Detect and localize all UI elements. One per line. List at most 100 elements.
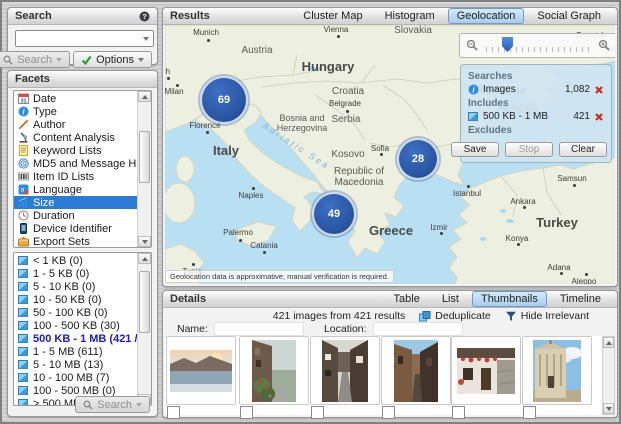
- facet-list-scrollbar[interactable]: [137, 91, 151, 247]
- map-search-overlay: Searches iImages1,082 Includes 500 KB - …: [460, 64, 612, 163]
- facet-item-type[interactable]: iType: [14, 105, 138, 118]
- tab-timeline[interactable]: Timeline: [551, 291, 610, 307]
- thumbnail-checkbox[interactable]: [167, 406, 180, 419]
- options-button[interactable]: Options: [73, 51, 152, 68]
- map-cluster-69[interactable]: 69: [200, 76, 248, 124]
- clear-button[interactable]: Clear: [559, 142, 607, 157]
- search-input[interactable]: [15, 30, 154, 47]
- folder-icon: [17, 359, 29, 370]
- device-icon: [17, 223, 29, 234]
- location-filter-input[interactable]: [373, 322, 463, 336]
- facet-item-duration[interactable]: Duration: [14, 209, 138, 222]
- folder-icon: [17, 294, 29, 305]
- map-city-dot: [263, 251, 266, 254]
- tab-social-graph[interactable]: Social Graph: [528, 8, 610, 24]
- remove-icon[interactable]: [594, 112, 604, 122]
- facet-item-content-analysis[interactable]: Content Analysis: [14, 131, 138, 144]
- zoom-in-icon[interactable]: [598, 39, 611, 52]
- info-icon: i: [468, 84, 479, 95]
- thumbnail-sea-sunset[interactable]: [166, 336, 236, 405]
- details-scrollbar[interactable]: [602, 336, 615, 415]
- thumbnail-alley[interactable]: [381, 336, 451, 405]
- search-button[interactable]: Search: [0, 51, 70, 68]
- funnel-icon: [505, 311, 517, 322]
- folder-icon: [17, 268, 29, 279]
- thumbnail-church[interactable]: [522, 336, 592, 405]
- hide-irrelevant-button[interactable]: Hide Irrelevant: [505, 310, 589, 322]
- tab-geolocation[interactable]: Geolocation: [448, 8, 525, 24]
- size-value-row[interactable]: 10 - 100 MB (7): [14, 371, 138, 384]
- facet-item-language[interactable]: aLanguage: [14, 183, 138, 196]
- tab-cluster-map[interactable]: Cluster Map: [294, 8, 371, 24]
- facet-item-author[interactable]: Author: [14, 118, 138, 131]
- thumbnail-checkbox[interactable]: [452, 406, 465, 419]
- details-tabs: TableListThumbnailsTimeline: [385, 291, 610, 307]
- help-icon[interactable]: ?: [139, 11, 150, 22]
- thumbnail-cobbled-street[interactable]: [310, 336, 380, 405]
- size-value-row[interactable]: 5 - 10 KB (0): [14, 280, 138, 293]
- geolocation-map[interactable]: HungaryRomaniaItalyGreeceTurkeyAustriaSl…: [165, 25, 615, 284]
- size-list-scrollbar[interactable]: [137, 253, 151, 405]
- thumbnail-flower-house[interactable]: [451, 336, 521, 405]
- facet-item-device-identifier[interactable]: Device Identifier: [14, 222, 138, 235]
- size-value-row[interactable]: 100 - 500 KB (30): [14, 319, 138, 332]
- map-cluster-49[interactable]: 49: [312, 192, 356, 236]
- folder-icon: [17, 320, 29, 331]
- map-city-dot: [585, 273, 588, 276]
- zoom-ticks: [486, 47, 591, 52]
- folder-icon: [468, 111, 479, 122]
- overlay-count: 421: [573, 111, 590, 122]
- size-value-row[interactable]: < 1 KB (0): [14, 254, 138, 267]
- size-value-row[interactable]: 5 - 10 MB (13): [14, 358, 138, 371]
- map-city-dot: [523, 206, 526, 209]
- facet-item-item-id-lists[interactable]: Item ID Lists: [14, 170, 138, 183]
- deduplicate-button[interactable]: Deduplicate: [419, 310, 490, 322]
- results-summary: 421 images from 421 results: [273, 310, 405, 322]
- search-icon: [3, 55, 13, 65]
- svg-text:?: ?: [142, 12, 147, 21]
- save-button[interactable]: Save: [451, 142, 499, 157]
- tab-histogram[interactable]: Histogram: [376, 8, 444, 24]
- calendar-icon: 31: [17, 93, 29, 104]
- thumbnail-checkbox[interactable]: [382, 406, 395, 419]
- facet-item-size[interactable]: Size: [14, 196, 138, 209]
- size-value-row[interactable]: 10 - 50 KB (0): [14, 293, 138, 306]
- results-panel-title: Results: [170, 10, 210, 22]
- language-icon: a: [17, 184, 29, 195]
- searches-label: Searches: [468, 71, 604, 82]
- facet-search-button[interactable]: Search: [75, 396, 150, 413]
- results-panel: Results Cluster MapHistogramGeolocationS…: [162, 7, 618, 287]
- tab-list[interactable]: List: [433, 291, 468, 307]
- svg-text:31: 31: [20, 98, 26, 104]
- map-zoom-bar[interactable]: [459, 33, 615, 58]
- overlay-count: 1,082: [565, 84, 590, 95]
- stop-button[interactable]: Stop: [505, 142, 553, 157]
- thumbnail-checkbox[interactable]: [240, 406, 253, 419]
- facet-item-md5-and-message-hash[interactable]: MD5 and Message Hash: [14, 157, 138, 170]
- map-city-dot: [192, 263, 195, 266]
- map-city-dot: [517, 243, 520, 246]
- thumbnail-checkbox[interactable]: [523, 406, 536, 419]
- size-value-row[interactable]: 1 - 5 MB (611): [14, 345, 138, 358]
- size-value-row[interactable]: 1 - 5 KB (0): [14, 267, 138, 280]
- chevron-down-icon: [138, 58, 144, 62]
- remove-icon[interactable]: [594, 85, 604, 95]
- tab-thumbnails[interactable]: Thumbnails: [472, 291, 547, 307]
- deduplicate-icon: [419, 311, 431, 322]
- size-value-row[interactable]: 50 - 100 KB (0): [14, 306, 138, 319]
- name-filter-input[interactable]: [214, 322, 304, 336]
- zoom-out-icon[interactable]: [466, 39, 479, 52]
- size-value-row[interactable]: 500 KB - 1 MB (421 / 421): [14, 332, 138, 345]
- facet-item-keyword-lists[interactable]: Keyword Lists: [14, 144, 138, 157]
- facet-item-export-sets[interactable]: Export Sets: [14, 235, 138, 248]
- facet-list: 31DateiTypeAuthorContent AnalysisKeyword…: [13, 90, 152, 248]
- facet-item-date[interactable]: 31Date: [14, 92, 138, 105]
- map-cluster-28[interactable]: 28: [397, 138, 439, 180]
- tab-table[interactable]: Table: [385, 291, 429, 307]
- map-city-dot: [346, 110, 349, 113]
- thumbnail-street-flowers[interactable]: [239, 336, 309, 405]
- overlay-row-500-kb---1-mb: 500 KB - 1 MB421: [468, 110, 604, 123]
- includes-label: Includes: [468, 98, 604, 109]
- location-filter-label: Location:: [324, 323, 367, 335]
- thumbnail-checkbox[interactable]: [311, 406, 324, 419]
